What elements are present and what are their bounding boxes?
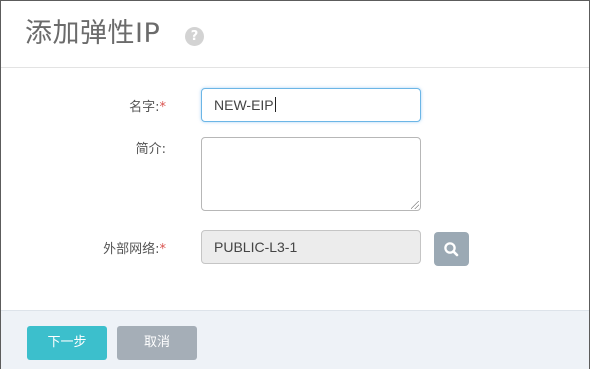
external-network-field[interactable]: PUBLIC-L3-1 [201,230,421,264]
external-network-label: 外部网络:* [1,238,166,257]
dialog-title: 添加弹性IP [25,18,161,49]
cancel-button[interactable]: 取消 [117,326,197,360]
add-eip-dialog: 添加弹性IP ? 名字:* NEW-EIP 简介: 外部网络:* PUBLIC-… [0,0,590,369]
next-step-button[interactable]: 下一步 [27,326,107,360]
help-icon[interactable]: ? [185,27,204,46]
external-network-search-button[interactable] [434,232,469,266]
description-label-text: 简介: [135,142,166,157]
external-network-value: PUBLIC-L3-1 [214,239,298,255]
search-icon [444,242,459,257]
required-mark: * [159,242,167,257]
required-mark: * [159,100,167,115]
external-network-label-text: 外部网络: [103,242,160,257]
description-label: 简介: [1,138,166,157]
dialog-header: 添加弹性IP ? [1,1,589,68]
dialog-footer: 下一步 取消 [1,310,589,369]
name-label-text: 名字: [129,100,160,115]
text-caret [274,97,276,112]
name-input-value: NEW-EIP [214,97,274,113]
name-label: 名字:* [1,96,166,115]
name-input[interactable]: NEW-EIP [201,88,421,122]
resize-grip-icon[interactable] [411,201,419,209]
description-textarea[interactable] [201,137,421,211]
